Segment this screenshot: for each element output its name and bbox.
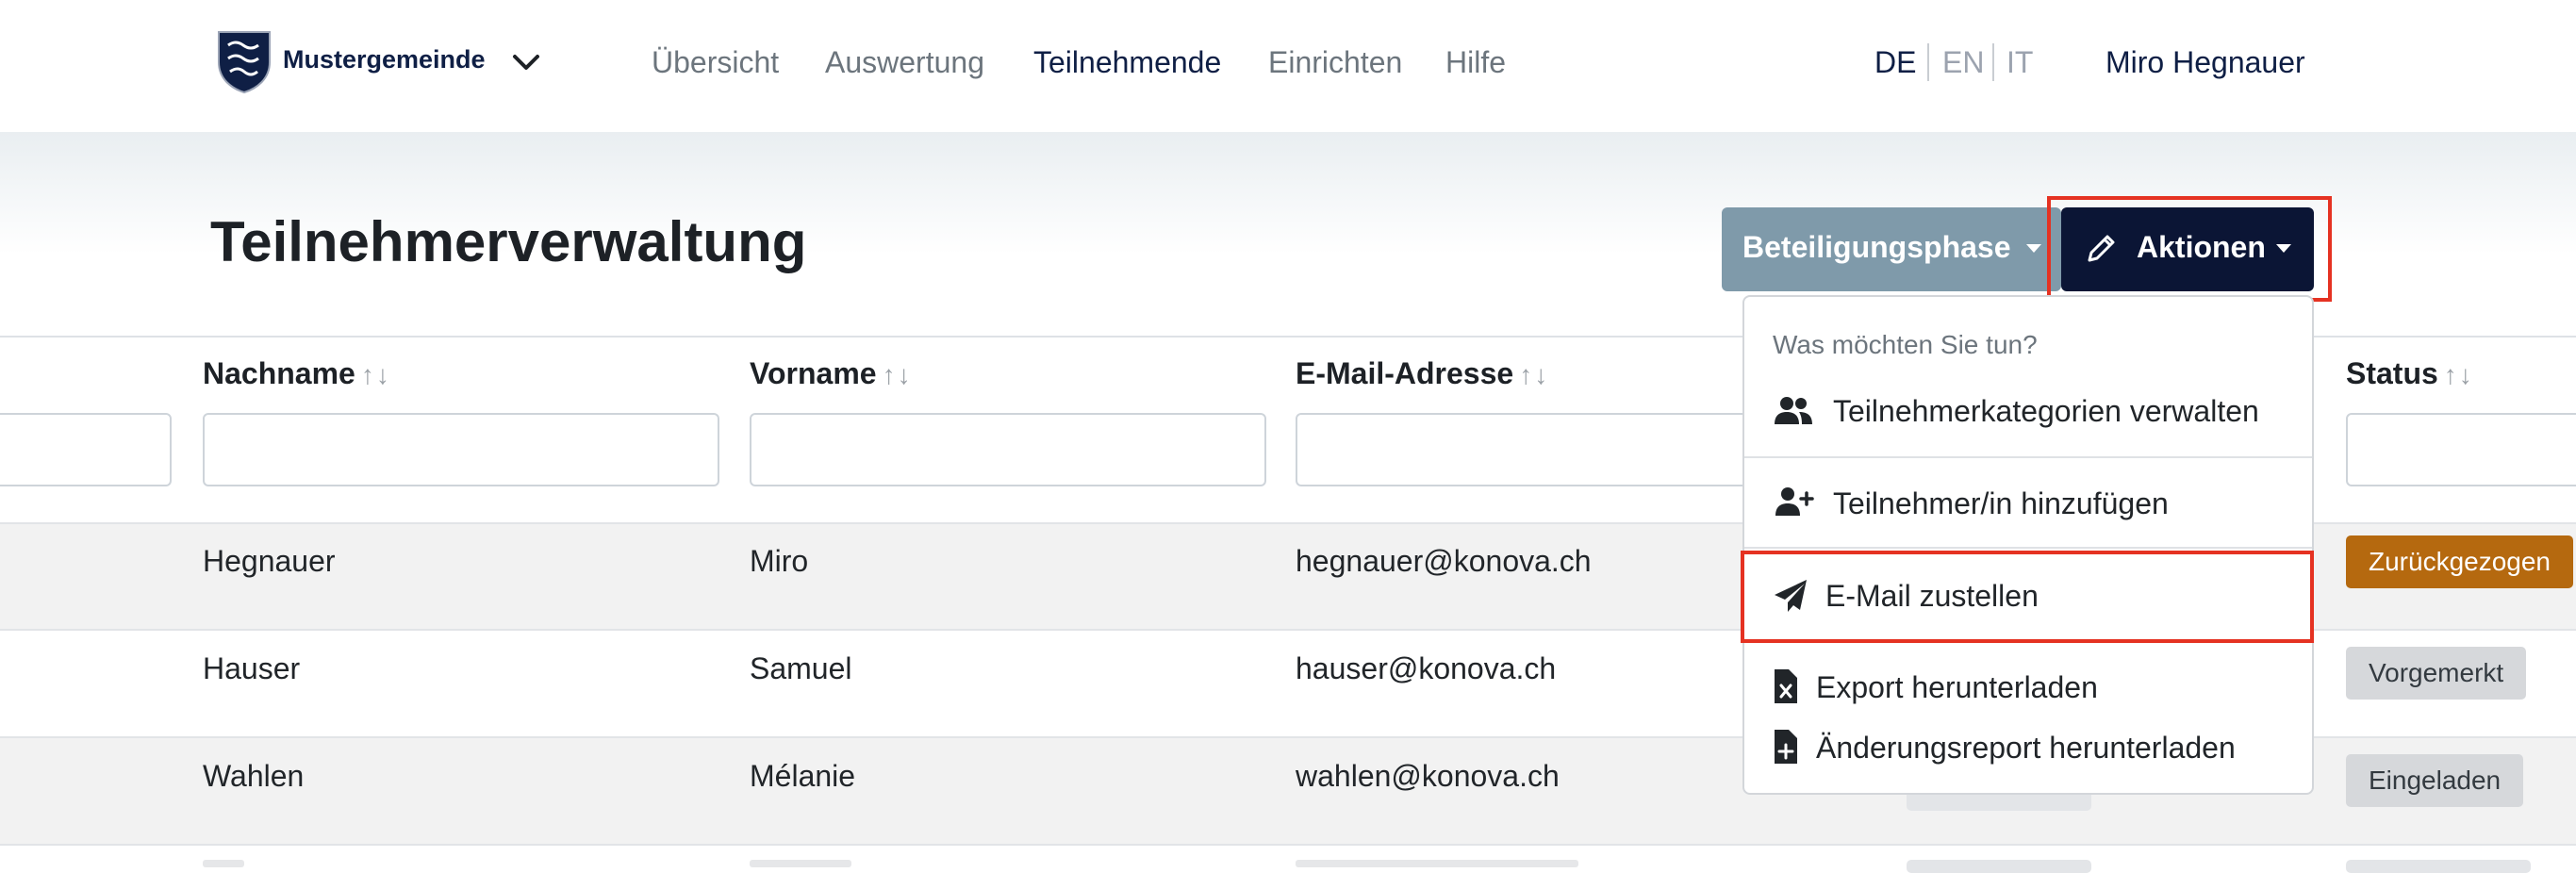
status-badge-hidden xyxy=(1907,860,2091,873)
status-badge: Eingeladen xyxy=(2346,754,2524,807)
column-header-nachname[interactable]: Nachname ↑↓ xyxy=(203,356,391,391)
cell-nachname: Hegnauer xyxy=(203,544,336,578)
chevron-down-icon[interactable] xyxy=(509,49,543,75)
column-header-vorname[interactable]: Vorname ↑↓ xyxy=(750,356,913,391)
cell-vorname: Miro xyxy=(750,544,809,578)
nav-teilnehmende[interactable]: Teilnehmende xyxy=(1033,45,1221,80)
phase-button-label: Beteiligungsphase xyxy=(1742,230,2011,264)
caret-down-icon xyxy=(2026,244,2041,253)
users-icon xyxy=(1775,397,1812,424)
nav-hilfe[interactable]: Hilfe xyxy=(1445,45,1506,80)
file-plus-icon xyxy=(1775,730,1797,764)
sort-icon[interactable]: ↑↓ xyxy=(1519,360,1549,389)
menu-item-change-report-download[interactable]: Änderungsreport herunterladen xyxy=(1816,731,2236,766)
phase-dropdown-button[interactable]: Beteiligungsphase xyxy=(1722,207,2061,291)
cell-vorname: Mélanie xyxy=(750,759,856,793)
highlight-send-email xyxy=(1741,551,2314,643)
column-header-label: Status xyxy=(2346,356,2438,390)
table-row[interactable] xyxy=(0,846,2576,873)
highlight-actions-button xyxy=(2047,196,2332,302)
user-menu[interactable]: Miro Hegnauer xyxy=(2105,45,2305,80)
menu-item-export-download[interactable]: Export herunterladen xyxy=(1816,670,2098,705)
menu-item-manage-categories[interactable]: Teilnehmerkategorien verwalten xyxy=(1833,394,2259,429)
cell-text-cut-off xyxy=(750,860,851,867)
filter-input-status[interactable] xyxy=(2346,413,2576,486)
filter-input-nachname[interactable] xyxy=(203,413,719,486)
language-separator xyxy=(1927,43,1929,81)
cell-nachname: Hauser xyxy=(203,651,301,685)
nav-uebersicht[interactable]: Übersicht xyxy=(652,45,779,80)
cell-text-cut-off xyxy=(1296,860,1578,867)
actions-dropdown-menu xyxy=(1742,295,2314,795)
column-header-label: Nachname xyxy=(203,356,355,390)
language-de[interactable]: DE xyxy=(1874,45,1916,80)
cell-text-cut-off xyxy=(203,860,244,867)
column-header-label: E-Mail-Adresse xyxy=(1296,356,1514,390)
user-plus-icon xyxy=(1775,487,1814,516)
sort-icon[interactable]: ↑↓ xyxy=(361,360,391,389)
language-separator xyxy=(1992,43,1994,81)
status-badge-hidden xyxy=(2346,860,2531,873)
filter-input-vorname[interactable] xyxy=(750,413,1266,486)
nav-einrichten[interactable]: Einrichten xyxy=(1268,45,1402,80)
cell-email[interactable]: hegnauer@konova.ch xyxy=(1296,544,1592,579)
column-header-email[interactable]: E-Mail-Adresse ↑↓ xyxy=(1296,356,1549,391)
page-title: Teilnehmerverwaltung xyxy=(210,210,807,273)
menu-item-add-participant[interactable]: Teilnehmer/in hinzufügen xyxy=(1833,486,2169,521)
municipality-logo[interactable] xyxy=(215,28,273,94)
dropdown-divider xyxy=(1744,547,2312,549)
file-excel-icon xyxy=(1775,669,1797,703)
language-en[interactable]: EN xyxy=(1942,45,1984,80)
dropdown-divider xyxy=(1744,456,2312,458)
cell-nachname: Wahlen xyxy=(203,759,305,793)
dropdown-header: Was möchten Sie tun? xyxy=(1773,330,2038,359)
brand-name[interactable]: Mustergemeinde xyxy=(283,45,486,74)
sort-icon[interactable]: ↑↓ xyxy=(2444,360,2474,389)
language-it[interactable]: IT xyxy=(2006,45,2033,80)
filter-input-previous-column[interactable] xyxy=(0,413,172,486)
column-header-status[interactable]: Status ↑↓ xyxy=(2346,356,2474,391)
status-badge: Vorgemerkt xyxy=(2346,647,2527,700)
nav-auswertung[interactable]: Auswertung xyxy=(825,45,984,80)
cell-email[interactable]: hauser@konova.ch xyxy=(1296,651,1556,686)
status-badge: Zurückgezogen xyxy=(2346,535,2574,588)
sort-icon[interactable]: ↑↓ xyxy=(883,360,913,389)
filter-input-email[interactable] xyxy=(1296,413,1812,486)
column-header-label: Vorname xyxy=(750,356,877,390)
cell-vorname: Samuel xyxy=(750,651,852,685)
cell-email[interactable]: wahlen@konova.ch xyxy=(1296,759,1560,794)
